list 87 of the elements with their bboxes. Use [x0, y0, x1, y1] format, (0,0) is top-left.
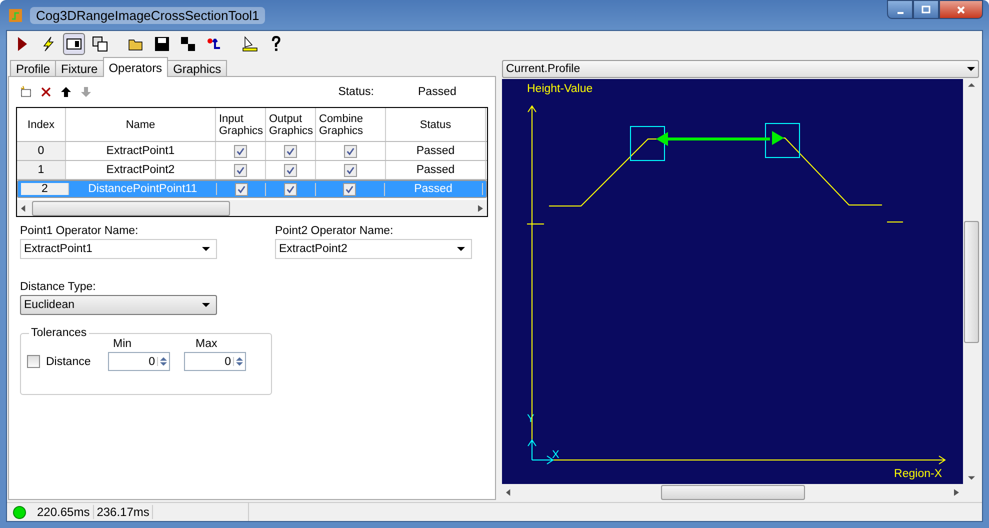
checkbox[interactable]	[27, 355, 40, 368]
caret-icon	[967, 67, 975, 71]
checkbox[interactable]	[284, 164, 297, 176]
field-label: Point1 Operator Name:	[20, 225, 140, 237]
table-cell: 1	[17, 161, 66, 179]
region-box	[765, 123, 800, 158]
scroll-down-icon[interactable]	[968, 476, 974, 480]
column-header[interactable]: Input Graphics	[216, 108, 266, 141]
spin-down-icon[interactable]	[236, 362, 243, 366]
spin-down-icon[interactable]	[160, 362, 167, 366]
floppy-disks-icon	[180, 36, 196, 52]
dropdown[interactable]: ExtractPoint2	[275, 239, 472, 259]
column-label: Min	[113, 338, 132, 350]
column-header[interactable]: Output Graphics	[266, 108, 316, 141]
checkbox[interactable]	[234, 164, 247, 176]
number-field[interactable]: 0	[108, 352, 170, 371]
field-label: Point2 Operator Name:	[275, 225, 394, 237]
checkbox[interactable]	[344, 164, 357, 176]
checkbox[interactable]	[343, 182, 356, 196]
up-arrow-icon[interactable]	[60, 86, 72, 98]
timing-text: 236.17ms	[94, 505, 154, 519]
maximize-button[interactable]	[913, 0, 939, 19]
table-cell: Passed	[386, 161, 486, 179]
spin-up-icon[interactable]	[160, 357, 167, 361]
maximize-icon	[921, 4, 931, 14]
checkbox-label: Distance	[46, 356, 92, 368]
table-cell: ExtractPoint2	[66, 161, 216, 179]
caret-icon	[202, 303, 210, 307]
scroll-right-icon[interactable]	[478, 204, 483, 212]
checkbox[interactable]	[234, 182, 248, 196]
dropdown[interactable]: ExtractPoint1	[20, 239, 217, 259]
pointer-icon	[242, 36, 258, 52]
field-label: Distance Type:	[20, 281, 97, 293]
minimize-button[interactable]	[887, 0, 913, 19]
minimize-icon	[896, 12, 904, 14]
table-cell: 0	[17, 142, 66, 160]
table-cell: ExtractPoint1	[66, 142, 216, 160]
axis-label: Region-X	[894, 468, 942, 480]
add-icon[interactable]	[20, 86, 32, 98]
app-icon	[8, 7, 24, 23]
tab[interactable]: Fixture	[55, 60, 104, 77]
dropdown[interactable]: Euclidean	[20, 295, 217, 315]
timing-text: 220.65ms	[34, 505, 94, 519]
close-button[interactable]	[939, 0, 983, 19]
spin-up-icon[interactable]	[236, 357, 243, 361]
display-selector[interactable]: Current.Profile	[502, 60, 979, 78]
scroll-left-icon[interactable]	[506, 488, 511, 496]
table-cell: Passed	[386, 142, 486, 160]
caret-icon	[457, 247, 465, 251]
checkbox[interactable]	[284, 144, 297, 158]
tab[interactable]: Profile	[10, 60, 56, 77]
scroll-right-icon[interactable]	[954, 488, 959, 496]
axis-label: X	[552, 449, 560, 461]
status-light	[13, 506, 26, 518]
number-field[interactable]: 0	[184, 352, 246, 371]
group-title: Tolerances	[29, 327, 89, 339]
window-title: Cog3DRangeImageCrossSectionTool1	[30, 6, 266, 24]
scroll-up-icon[interactable]	[968, 83, 974, 87]
region-box	[630, 126, 665, 161]
table-row[interactable]: 0 ExtractPoint1 Passed	[17, 142, 487, 161]
tab[interactable]: Operators	[102, 57, 168, 77]
windows-icon	[92, 36, 108, 52]
arrow-icon	[206, 36, 222, 52]
axis-label: Height-Value	[527, 83, 593, 95]
caret-icon	[202, 247, 210, 251]
status-label: Status:	[338, 86, 374, 98]
scroll-left-icon[interactable]	[21, 204, 26, 212]
table-cell: 2	[21, 183, 70, 195]
toolbar-button[interactable]	[63, 33, 85, 55]
column-header[interactable]: Status	[386, 108, 486, 141]
column-header[interactable]: Name	[66, 108, 216, 141]
checkbox[interactable]	[344, 144, 357, 158]
column-header[interactable]: Index	[17, 108, 66, 141]
close-icon	[956, 4, 966, 14]
window-icon	[66, 36, 82, 52]
delete-icon[interactable]	[40, 86, 52, 98]
table-cell: Passed	[384, 183, 484, 195]
checkbox[interactable]	[284, 182, 297, 196]
column-header[interactable]: Combine Graphics	[316, 108, 386, 141]
origin-axes	[528, 439, 554, 464]
table-row[interactable]: 2 DistancePointPoint11 Passed	[17, 180, 487, 198]
checkbox[interactable]	[234, 144, 247, 158]
table-cell: DistancePointPoint11	[69, 183, 218, 195]
horizontal-scrollbar[interactable]	[17, 200, 487, 216]
tab[interactable]: Graphics	[167, 60, 228, 77]
column-label: Max	[196, 338, 218, 350]
status-value: Passed	[418, 86, 458, 98]
